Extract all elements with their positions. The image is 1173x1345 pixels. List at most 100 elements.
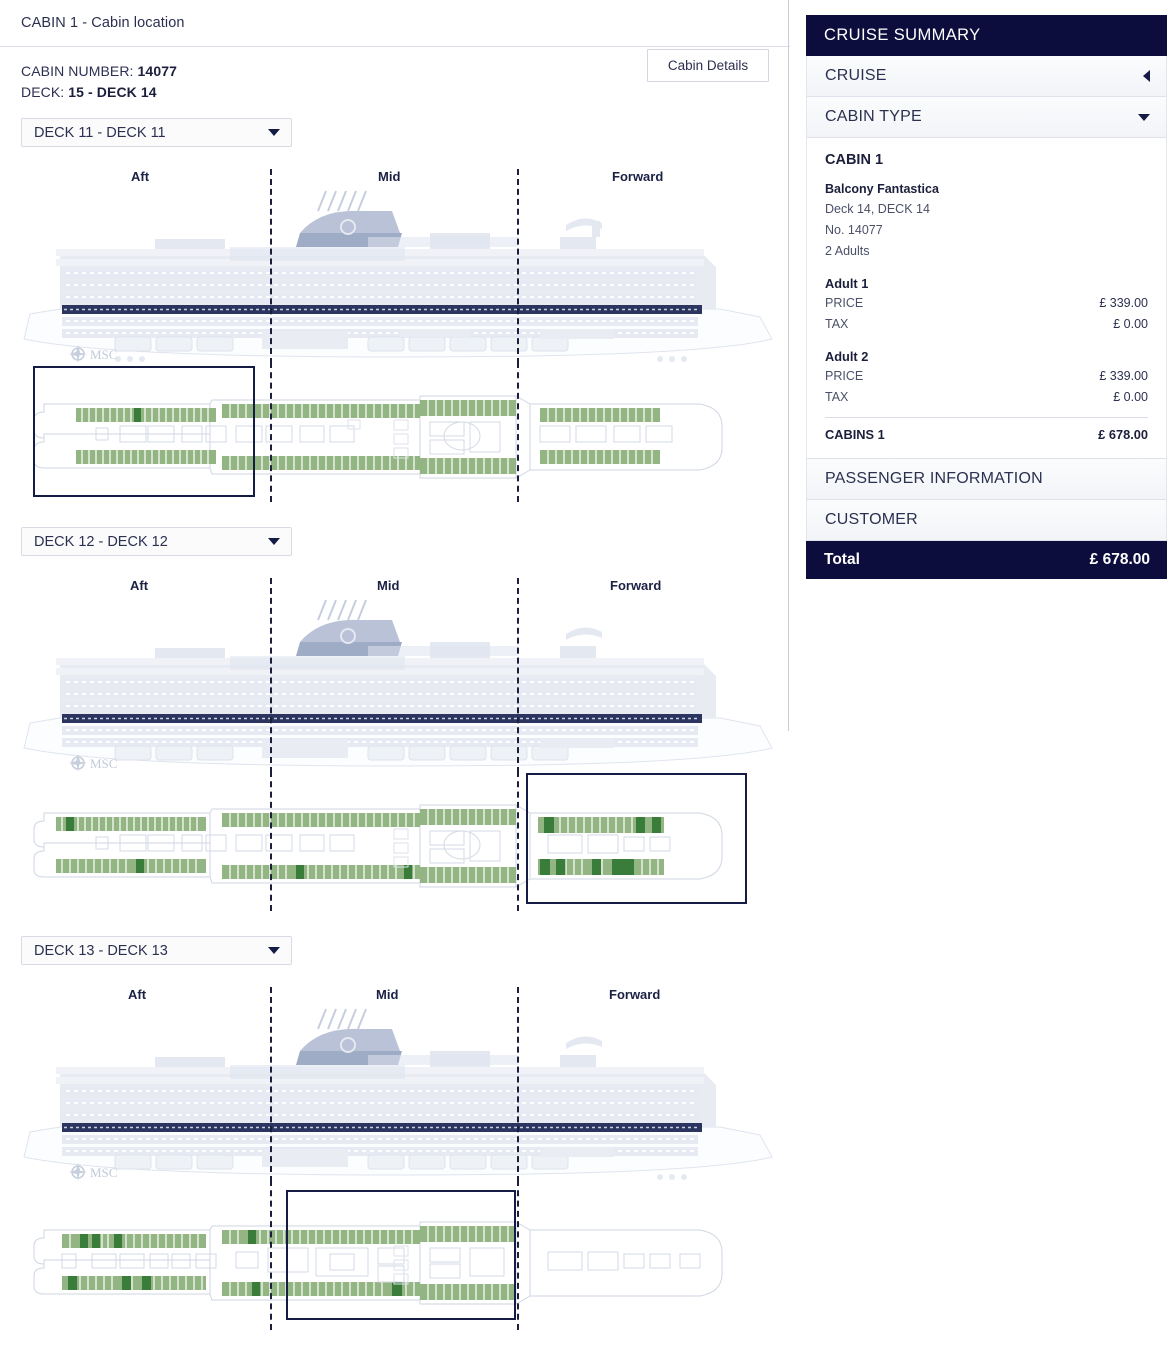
deck-line: DECK: 15 - DECK 14 bbox=[21, 82, 769, 103]
deck-value: 15 - DECK 14 bbox=[68, 84, 157, 100]
guest-1-tax-label: TAX bbox=[825, 317, 849, 331]
divider-aft-mid bbox=[270, 987, 272, 1182]
deck-plan-panel: CABIN 1 - Cabin location CABIN NUMBER: 1… bbox=[0, 0, 790, 1345]
plan-divider-mid-forward bbox=[517, 771, 519, 911]
guest-2-title: Adult 2 bbox=[825, 349, 869, 364]
cabin-type-name: Balcony Fantastica bbox=[825, 182, 939, 196]
msc-logo: MSC bbox=[69, 345, 117, 363]
summary-card: CRUISE SUMMARY CRUISE CABIN TYPE CABIN 1… bbox=[806, 15, 1167, 579]
guest-1-tax-row: TAX £ 0.00 bbox=[825, 314, 1148, 335]
cabin-details-button[interactable]: Cabin Details bbox=[647, 49, 769, 82]
cabin-number-value: 14077 bbox=[137, 63, 177, 79]
guest-1-tax-value: £ 0.00 bbox=[1113, 317, 1148, 331]
cabin-title: CABIN 1 bbox=[825, 152, 884, 168]
section-label-aft: Aft bbox=[131, 169, 150, 184]
accordion-cruise[interactable]: CRUISE bbox=[806, 56, 1167, 97]
plan-divider-aft-mid bbox=[270, 1180, 272, 1330]
deck-block-13: DECK 13 - DECK 13 Aft Mid Forward MSC bbox=[0, 936, 790, 1332]
guest-1-price-label: PRICE bbox=[825, 296, 864, 310]
section-label-forward: Forward bbox=[612, 169, 664, 184]
guest-2-price-row: PRICE £ 339.00 bbox=[825, 366, 1148, 387]
section-label-mid: Mid bbox=[376, 987, 399, 1002]
accordion-passenger-information-label: PASSENGER INFORMATION bbox=[825, 470, 1043, 487]
deck-block-12: DECK 12 - DECK 12 Aft Mid Forward MSC bbox=[0, 527, 790, 911]
svg-text:MSC: MSC bbox=[90, 1165, 117, 1180]
plan-divider-mid-forward bbox=[517, 1180, 519, 1330]
deck-plan-13 bbox=[0, 1180, 790, 1332]
guest-2-tax-label: TAX bbox=[825, 390, 849, 404]
divider-mid-forward bbox=[517, 169, 519, 364]
cabin-number: No. 14077 bbox=[825, 223, 883, 237]
plan-divider-aft-mid bbox=[270, 771, 272, 911]
total-bar: Total £ 678.00 bbox=[806, 541, 1167, 579]
deck-selector-12[interactable]: DECK 12 - DECK 12 bbox=[21, 527, 292, 556]
guest-2-price-value: £ 339.00 bbox=[1099, 369, 1148, 383]
guest-2-tax-value: £ 0.00 bbox=[1113, 390, 1148, 404]
chevron-down-icon bbox=[268, 129, 280, 136]
triangle-down-icon bbox=[1138, 113, 1150, 121]
cabin-type-body: CABIN 1 Balcony Fantastica Deck 14, DECK… bbox=[806, 138, 1167, 459]
section-label-mid: Mid bbox=[378, 169, 401, 184]
section-label-forward: Forward bbox=[610, 578, 662, 593]
accordion-cabin-type[interactable]: CABIN TYPE bbox=[806, 97, 1167, 138]
guest-2-price-label: PRICE bbox=[825, 369, 864, 383]
total-value: £ 678.00 bbox=[1089, 551, 1150, 568]
cabins-subtotal-label: CABINS 1 bbox=[825, 427, 885, 442]
section-labels-12: Aft Mid Forward bbox=[0, 576, 790, 598]
chevron-down-icon bbox=[268, 538, 280, 545]
section-label-forward: Forward bbox=[609, 987, 661, 1002]
accordion-customer[interactable]: CUSTOMER bbox=[806, 500, 1167, 541]
guest-1-price-row: PRICE £ 339.00 bbox=[825, 293, 1148, 314]
deck-selector-13-label: DECK 13 - DECK 13 bbox=[34, 942, 168, 959]
total-label: Total bbox=[824, 551, 860, 568]
accordion-cruise-label: CRUISE bbox=[825, 67, 887, 84]
plan-divider-aft-mid bbox=[270, 362, 272, 502]
divider-aft-mid bbox=[270, 169, 272, 364]
cabins-selected bbox=[134, 408, 141, 422]
cabin-deck: Deck 14, DECK 14 bbox=[825, 202, 930, 216]
deck-plan-12-svg bbox=[33, 804, 723, 888]
section-labels-11: Aft Mid Forward bbox=[0, 167, 790, 189]
ship-profile-11: MSC bbox=[0, 169, 790, 364]
svg-text:MSC: MSC bbox=[90, 347, 117, 362]
triangle-left-icon bbox=[1143, 70, 1150, 82]
ship-side-view: MSC bbox=[23, 599, 773, 772]
divider-mid-forward bbox=[517, 987, 519, 1182]
cruise-summary-sidebar: CRUISE SUMMARY CRUISE CABIN TYPE CABIN 1… bbox=[790, 0, 1173, 1345]
summary-header: CRUISE SUMMARY bbox=[806, 15, 1167, 56]
accordion-passenger-information[interactable]: PASSENGER INFORMATION bbox=[806, 459, 1167, 500]
cabin-number-label: CABIN NUMBER: bbox=[21, 63, 134, 79]
cabins-subtotal-value: £ 678.00 bbox=[1098, 427, 1148, 442]
ship-side-view: MSC bbox=[23, 1008, 773, 1181]
msc-logo: MSC bbox=[69, 1163, 117, 1181]
accordion-customer-label: CUSTOMER bbox=[825, 511, 918, 528]
section-label-aft: Aft bbox=[128, 987, 147, 1002]
section-label-aft: Aft bbox=[130, 578, 149, 593]
deck-selector-11-label: DECK 11 - DECK 11 bbox=[34, 124, 166, 141]
accordion-cabin-type-label: CABIN TYPE bbox=[825, 108, 922, 125]
section-label-mid: Mid bbox=[377, 578, 400, 593]
section-labels-13: Aft Mid Forward bbox=[0, 985, 790, 1007]
guest-2-tax-row: TAX £ 0.00 bbox=[825, 387, 1148, 408]
cabins-subtotal-row: CABINS 1 £ 678.00 bbox=[825, 417, 1148, 442]
deck-plan-13-svg bbox=[33, 1221, 723, 1305]
deck-selector-13[interactable]: DECK 13 - DECK 13 bbox=[21, 936, 292, 965]
deck-plan-11 bbox=[0, 362, 790, 502]
ship-profile-12: MSC bbox=[0, 578, 790, 773]
msc-logo: MSC bbox=[69, 754, 117, 772]
deck-plan-11-svg bbox=[33, 395, 723, 479]
deck-selector-11[interactable]: DECK 11 - DECK 11 bbox=[21, 118, 292, 147]
cabin-occupancy: 2 Adults bbox=[825, 244, 870, 258]
deck-label: DECK: bbox=[21, 84, 65, 100]
cabin-location-page: CABIN 1 - Cabin location CABIN NUMBER: 1… bbox=[0, 0, 1173, 1345]
deck-block-11: DECK 11 - DECK 11 Aft Mid Forward MSC bbox=[0, 118, 790, 502]
svg-text:MSC: MSC bbox=[90, 756, 117, 771]
guest-1-price-value: £ 339.00 bbox=[1099, 296, 1148, 310]
chevron-down-icon bbox=[268, 947, 280, 954]
deck-selector-12-label: DECK 12 - DECK 12 bbox=[34, 533, 168, 550]
guest-1-title: Adult 1 bbox=[825, 276, 869, 291]
ship-profile-13: MSC bbox=[0, 987, 790, 1182]
ship-side-view: MSC bbox=[23, 190, 773, 363]
deck-plan-12 bbox=[0, 771, 790, 911]
divider-aft-mid bbox=[270, 578, 272, 773]
